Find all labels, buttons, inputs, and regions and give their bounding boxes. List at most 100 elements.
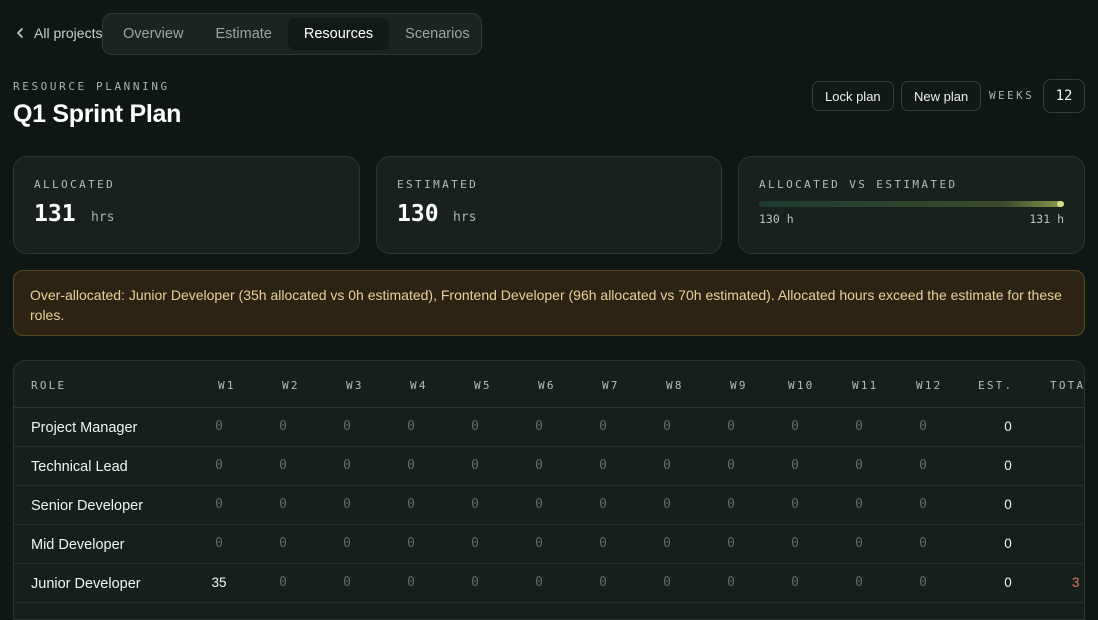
- hours-cell-w9[interactable]: 0: [716, 419, 746, 434]
- hours-cell-w11[interactable]: 0: [844, 458, 874, 473]
- hours-cell-w6[interactable]: 0: [524, 419, 554, 434]
- allocation-table: ROLE W1 W2 W3 W4 W5 W6 W7 W8 W9 W10 W11 W12 EST. TOTA…: [13, 360, 1085, 620]
- hours-cell-w11[interactable]: 0: [844, 419, 874, 434]
- comparison-card: ALLOCATED VS ESTIMATED 130 h 131 h: [738, 156, 1085, 254]
- chevron-left-icon: [17, 28, 23, 38]
- hours-cell-w12[interactable]: 0: [908, 575, 938, 590]
- tab-resources[interactable]: Resources: [287, 18, 390, 50]
- hours-cell-w6[interactable]: 0: [524, 536, 554, 551]
- hours-cell-w10[interactable]: 0: [780, 458, 810, 473]
- comparison-allocated-value: 131 h: [1029, 212, 1064, 226]
- hours-cell-w7[interactable]: 0: [588, 497, 618, 512]
- lock-plan-button[interactable]: Lock plan: [812, 81, 894, 111]
- weeks-input[interactable]: 12: [1043, 79, 1085, 113]
- comparison-bar-marker: [1057, 201, 1064, 207]
- new-plan-button[interactable]: New plan: [901, 81, 982, 111]
- hours-cell-w2[interactable]: 0: [268, 419, 298, 434]
- header-total: TOTA: [1050, 379, 1085, 392]
- back-link[interactable]: All projects: [14, 22, 102, 44]
- hours-cell-w10[interactable]: 0: [780, 497, 810, 512]
- hours-cell-w11[interactable]: 0: [844, 536, 874, 551]
- hours-cell-w4[interactable]: 0: [396, 458, 426, 473]
- hours-cell-w1[interactable]: 35: [204, 575, 234, 590]
- hours-cell-w3[interactable]: 0: [332, 419, 362, 434]
- hours-cell-w9[interactable]: 0: [716, 497, 746, 512]
- hours-cell-w9[interactable]: 0: [716, 536, 746, 551]
- hours-cell-w1[interactable]: 0: [204, 536, 234, 551]
- role-name: Junior Developer: [31, 576, 141, 592]
- page-title: Q1 Sprint Plan: [13, 100, 182, 128]
- hours-cell-w2[interactable]: 0: [268, 536, 298, 551]
- hours-cell-w1[interactable]: 0: [204, 458, 234, 473]
- hours-cell-w4[interactable]: 0: [396, 536, 426, 551]
- hours-cell-w7[interactable]: 0: [588, 536, 618, 551]
- hours-cell-w10[interactable]: 0: [780, 575, 810, 590]
- hours-cell-w5[interactable]: 0: [460, 497, 490, 512]
- hours-cell-w5[interactable]: 0: [460, 575, 490, 590]
- estimated-card: ESTIMATED 130 hrs: [376, 156, 722, 254]
- hours-cell-w5[interactable]: 0: [460, 458, 490, 473]
- hours-cell-w11[interactable]: 0: [844, 575, 874, 590]
- tab-scenarios[interactable]: Scenarios: [389, 18, 485, 50]
- hours-cell-w2[interactable]: 0: [268, 458, 298, 473]
- hours-cell-w10[interactable]: 0: [780, 536, 810, 551]
- estimate-cell: 0: [1004, 419, 1012, 434]
- section-eyebrow: RESOURCE PLANNING: [13, 80, 170, 93]
- hours-cell-w4[interactable]: 0: [396, 497, 426, 512]
- header-week-8: W8: [666, 379, 684, 392]
- role-name: Technical Lead: [31, 459, 128, 475]
- hours-cell-w3[interactable]: 0: [332, 497, 362, 512]
- table-row: Junior Developer 35 0 0 0 0 0 0 0 0 0 0 0 0 3: [14, 564, 1084, 603]
- hours-cell-w1[interactable]: 0: [204, 419, 234, 434]
- hours-cell-w7[interactable]: 0: [588, 419, 618, 434]
- header-week-1: W1: [218, 379, 236, 392]
- role-name: Project Manager: [31, 420, 138, 436]
- hours-cell-w8[interactable]: 0: [652, 458, 682, 473]
- header-week-11: W11: [852, 379, 879, 392]
- hours-cell-w12[interactable]: 0: [908, 458, 938, 473]
- header-week-10: W10: [788, 379, 815, 392]
- hours-cell-w6[interactable]: 0: [524, 575, 554, 590]
- hours-cell-w3[interactable]: 0: [332, 536, 362, 551]
- hours-cell-w6[interactable]: 0: [524, 497, 554, 512]
- tab-estimate[interactable]: Estimate: [199, 18, 287, 50]
- hours-cell-w9[interactable]: 0: [716, 575, 746, 590]
- hours-cell-w11[interactable]: 0: [844, 497, 874, 512]
- table-row: Mid Developer 0 0 0 0 0 0 0 0 0 0 0 0 0: [14, 525, 1084, 564]
- table-row: Senior Developer 0 0 0 0 0 0 0 0 0 0 0 0 0: [14, 486, 1084, 525]
- hours-cell-w10[interactable]: 0: [780, 419, 810, 434]
- hours-cell-w5[interactable]: 0: [460, 536, 490, 551]
- hours-cell-w8[interactable]: 0: [652, 536, 682, 551]
- estimate-cell: 0: [1004, 575, 1012, 590]
- hours-cell-w12[interactable]: 0: [908, 536, 938, 551]
- header-role: ROLE: [31, 379, 67, 392]
- hours-cell-w8[interactable]: 0: [652, 575, 682, 590]
- header-week-3: W3: [346, 379, 364, 392]
- comparison-estimated-value: 130 h: [759, 212, 794, 226]
- role-name: Senior Developer: [31, 498, 144, 514]
- estimated-value: 130: [397, 201, 439, 227]
- role-name: Mid Developer: [31, 537, 125, 553]
- hours-cell-w4[interactable]: 0: [396, 575, 426, 590]
- hours-cell-w12[interactable]: 0: [908, 497, 938, 512]
- hours-cell-w8[interactable]: 0: [652, 497, 682, 512]
- hours-cell-w7[interactable]: 0: [588, 575, 618, 590]
- hours-cell-w6[interactable]: 0: [524, 458, 554, 473]
- over-allocation-warning: Over-allocated: Junior Developer (35h al…: [13, 270, 1085, 336]
- hours-cell-w8[interactable]: 0: [652, 419, 682, 434]
- hours-cell-w2[interactable]: 0: [268, 497, 298, 512]
- hours-cell-w4[interactable]: 0: [396, 419, 426, 434]
- hours-cell-w9[interactable]: 0: [716, 458, 746, 473]
- header-week-7: W7: [602, 379, 620, 392]
- hours-cell-w12[interactable]: 0: [908, 419, 938, 434]
- hours-cell-w1[interactable]: 0: [204, 497, 234, 512]
- estimate-cell: 0: [1004, 458, 1012, 473]
- hours-cell-w3[interactable]: 0: [332, 575, 362, 590]
- header-week-9: W9: [730, 379, 748, 392]
- hours-cell-w5[interactable]: 0: [460, 419, 490, 434]
- hours-cell-w3[interactable]: 0: [332, 458, 362, 473]
- tab-overview[interactable]: Overview: [107, 18, 199, 50]
- hours-cell-w2[interactable]: 0: [268, 575, 298, 590]
- allocated-label: ALLOCATED: [34, 178, 116, 191]
- hours-cell-w7[interactable]: 0: [588, 458, 618, 473]
